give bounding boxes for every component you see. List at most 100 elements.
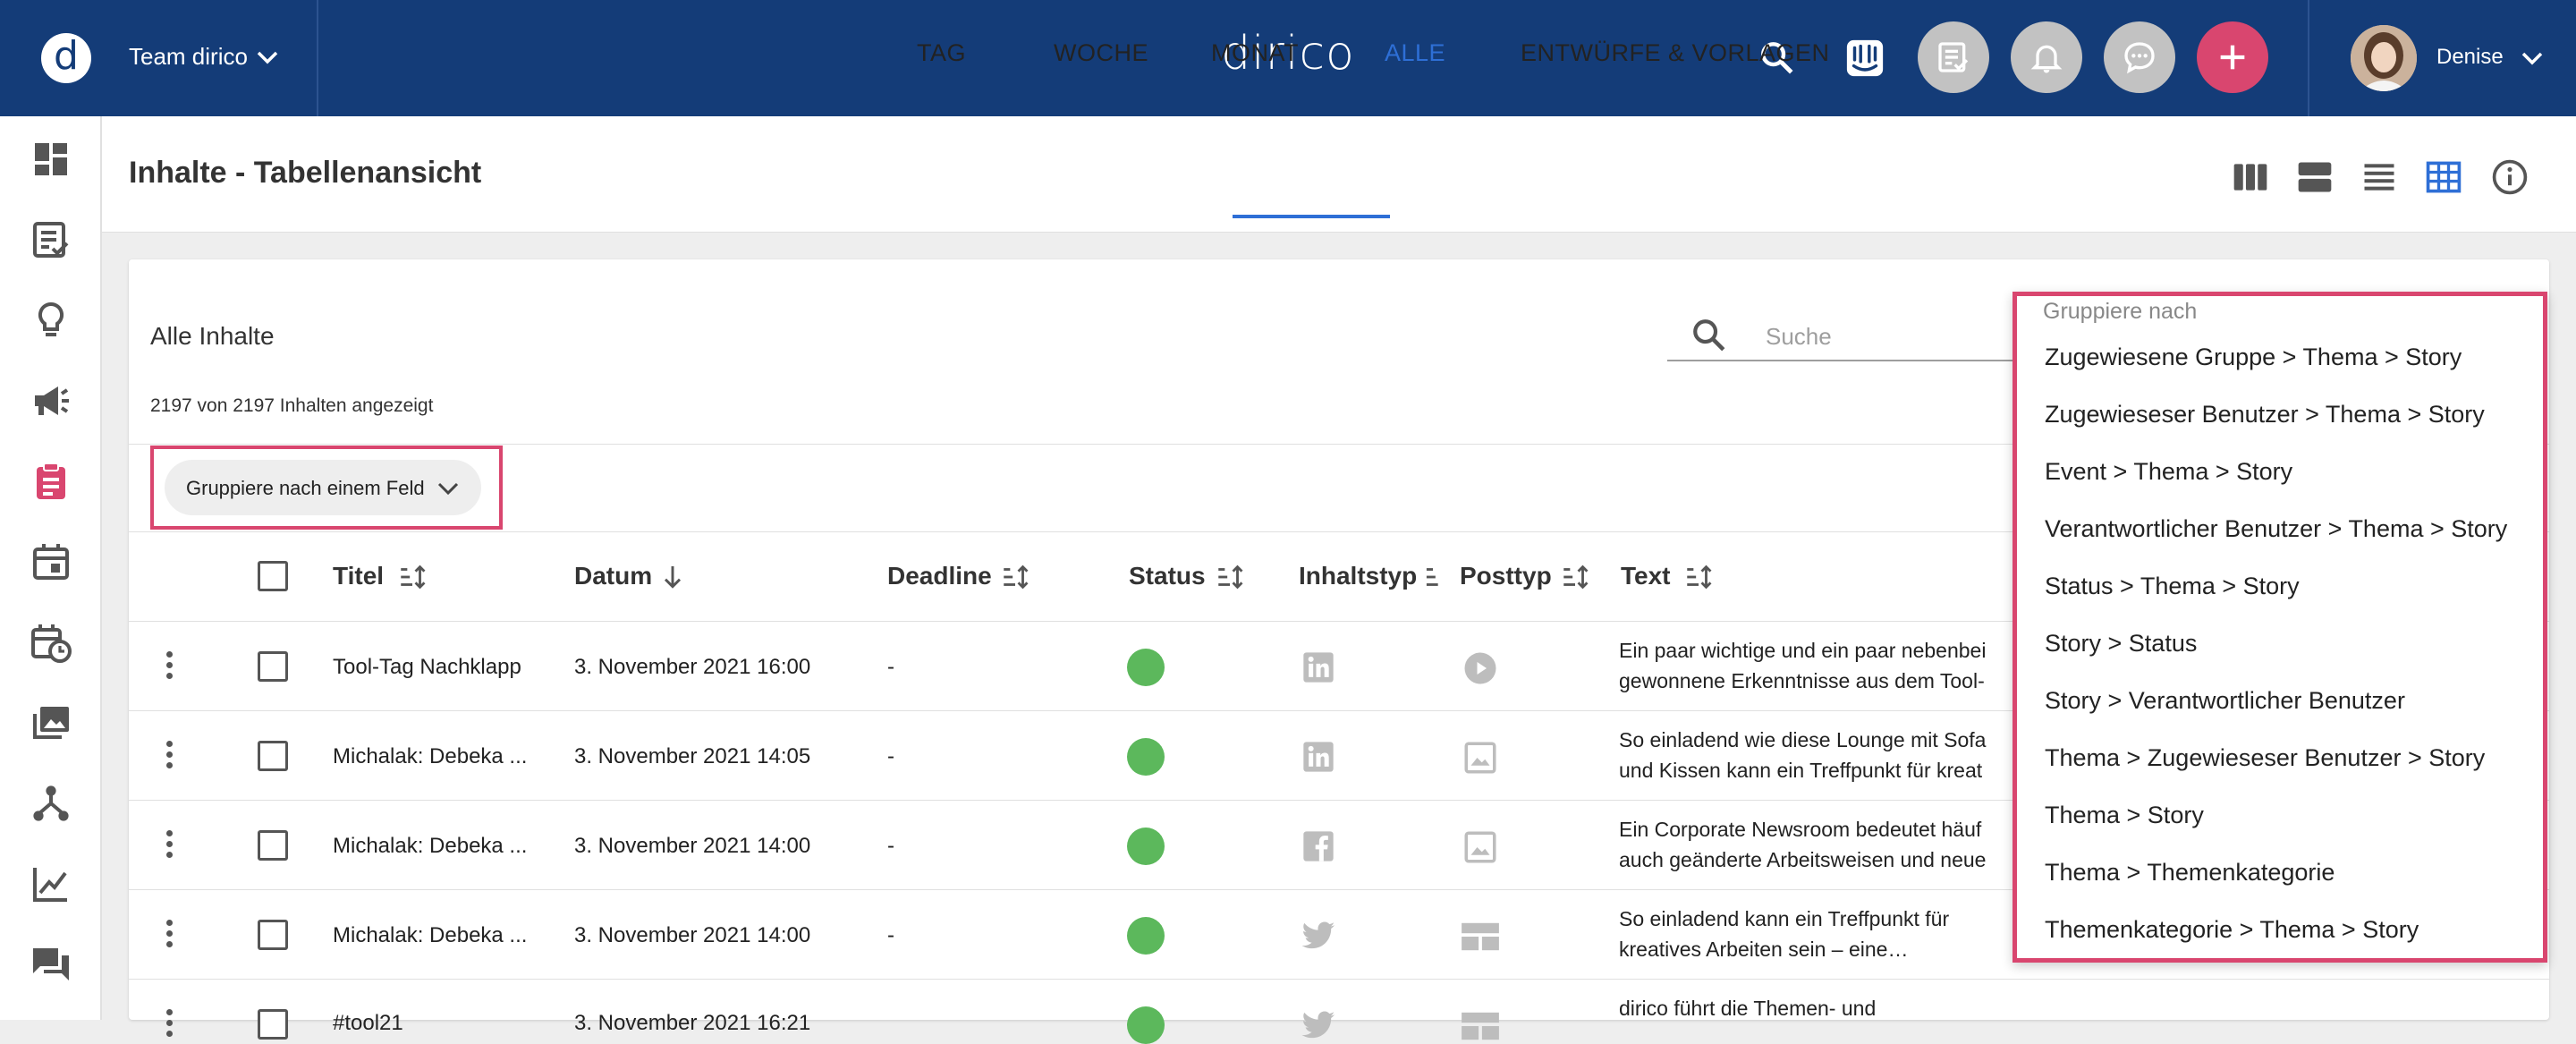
sort-icon[interactable] — [1560, 562, 1590, 592]
row-deadline: - — [887, 655, 894, 679]
campaign-icon[interactable] — [30, 379, 72, 422]
row-date: 3. November 2021 14:00 — [574, 923, 811, 947]
row-menu-icon[interactable] — [166, 1009, 173, 1041]
sort-icon[interactable] — [397, 562, 428, 592]
column-header-text[interactable]: Text — [1621, 562, 1671, 590]
row-checkbox[interactable] — [258, 830, 288, 861]
row-menu-icon[interactable] — [166, 830, 173, 862]
chevron-down-icon[interactable] — [2521, 50, 2544, 66]
dropdown-option[interactable]: Event > Thema > Story — [2045, 458, 2292, 486]
tab-entwuerfe-vorlagen[interactable]: ENTWÜRFE & VORLAGEN — [1521, 39, 1830, 67]
active-tab-indicator — [1233, 215, 1390, 218]
tasks-button[interactable] — [1918, 21, 1989, 93]
row-title[interactable]: Michalak: Debeka ... — [333, 923, 527, 948]
column-header-date[interactable]: Datum — [574, 562, 652, 590]
dashboard-icon[interactable] — [30, 138, 72, 181]
search-input[interactable] — [1764, 318, 2005, 354]
list-view-icon[interactable] — [2360, 157, 2399, 197]
dropdown-option[interactable]: Verantwortlicher Benutzer > Thema > Stor… — [2045, 515, 2507, 543]
avatar[interactable] — [2351, 25, 2417, 91]
team-logo: d — [41, 33, 91, 83]
dropdown-option[interactable]: Story > Verantwortlicher Benutzer — [2045, 687, 2405, 715]
plus-icon — [2220, 45, 2245, 70]
divider — [129, 979, 2549, 980]
dropdown-option[interactable]: Zugewieseser Benutzer > Thema > Story — [2045, 401, 2485, 429]
row-checkbox[interactable] — [258, 920, 288, 950]
row-menu-icon[interactable] — [166, 920, 173, 952]
clipboard-icon[interactable] — [30, 460, 72, 503]
row-date: 3. November 2021 14:05 — [574, 744, 811, 768]
row-date: 3. November 2021 16:21 — [574, 1011, 811, 1035]
status-badge — [1127, 649, 1165, 686]
row-title[interactable]: Michalak: Debeka ... — [333, 744, 527, 769]
sort-icon[interactable] — [1000, 562, 1030, 592]
search-icon — [1693, 319, 1725, 352]
tab-tag[interactable]: TAG — [917, 39, 966, 67]
row-title[interactable]: #tool21 — [333, 1011, 403, 1036]
status-badge — [1127, 1006, 1165, 1044]
search-underline — [1667, 360, 2016, 361]
tab-woche[interactable]: WOCHE — [1054, 39, 1148, 67]
dropdown-option[interactable]: Themenkategorie > Thema > Story — [2045, 916, 2419, 944]
image-icon — [1464, 742, 1496, 774]
row-menu-icon[interactable] — [166, 651, 173, 683]
schedule-icon[interactable] — [30, 621, 72, 664]
split-view-icon[interactable] — [2295, 157, 2334, 197]
dropdown-option[interactable]: Status > Thema > Story — [2045, 573, 2300, 600]
info-icon[interactable] — [2490, 157, 2529, 197]
content-list-icon[interactable] — [30, 218, 72, 261]
page-title: Inhalte - Tabellenansicht — [129, 156, 482, 190]
row-text: So einladend kann ein Treffpunkt für krea… — [1619, 907, 1950, 961]
row-checkbox[interactable] — [258, 651, 288, 682]
chevron-down-icon — [257, 51, 278, 64]
card-title: Alle Inhalte — [150, 322, 275, 350]
select-all-checkbox[interactable] — [258, 561, 288, 591]
row-title[interactable]: Tool-Tag Nachklapp — [333, 655, 521, 680]
notifications-button[interactable] — [2011, 21, 2082, 93]
sort-icon[interactable] — [1215, 562, 1245, 592]
row-date: 3. November 2021 14:00 — [574, 834, 811, 858]
chevron-down-icon — [437, 482, 459, 496]
column-header-content-type[interactable]: Inhaltstyp — [1299, 562, 1417, 590]
user-name[interactable]: Denise — [2436, 45, 2504, 70]
twitter-icon — [1301, 921, 1335, 949]
intercom-icon[interactable] — [1844, 38, 1885, 79]
dropdown-option[interactable]: Thema > Themenkategorie — [2045, 859, 2334, 887]
column-header-post-type[interactable]: Posttyp — [1460, 562, 1552, 590]
row-text: So einladend wie diese Lounge mit Sofa un… — [1619, 728, 1987, 782]
arrow-down-icon[interactable] — [658, 562, 687, 592]
media-icon[interactable] — [30, 701, 72, 744]
column-header-deadline[interactable]: Deadline — [887, 562, 992, 590]
team-switcher[interactable]: d Team dirico — [0, 0, 318, 116]
messages-button[interactable] — [2104, 21, 2175, 93]
sort-icon[interactable] — [1424, 562, 1442, 592]
network-icon[interactable] — [30, 782, 72, 825]
row-checkbox[interactable] — [258, 741, 288, 771]
dropdown-option[interactable]: Story > Status — [2045, 630, 2197, 658]
add-button[interactable] — [2197, 21, 2268, 93]
sort-icon[interactable] — [1683, 562, 1714, 592]
row-deadline: - — [887, 834, 894, 858]
row-title[interactable]: Michalak: Debeka ... — [333, 834, 527, 859]
avatar-image — [2351, 25, 2417, 91]
table-view-icon[interactable] — [2424, 157, 2463, 197]
linkedin-icon — [1303, 652, 1334, 683]
dropdown-option[interactable]: Thema > Zugewieseser Benutzer > Story — [2045, 744, 2485, 772]
row-menu-icon[interactable] — [166, 741, 173, 773]
chat-bubble-icon — [2124, 42, 2155, 74]
row-checkbox[interactable] — [258, 1009, 288, 1040]
idea-icon[interactable] — [30, 299, 72, 342]
column-header-status[interactable]: Status — [1129, 562, 1206, 590]
tab-alle[interactable]: ALLE — [1385, 39, 1445, 67]
row-deadline: - — [887, 923, 894, 947]
tab-monat[interactable]: MONAT — [1211, 39, 1299, 67]
analytics-icon[interactable] — [30, 862, 72, 905]
layout-icon — [1462, 922, 1499, 951]
chat-icon[interactable] — [30, 943, 72, 986]
dropdown-option[interactable]: Thema > Story — [2045, 802, 2204, 829]
calendar-icon[interactable] — [30, 540, 72, 583]
status-badge — [1127, 917, 1165, 955]
board-view-icon[interactable] — [2231, 157, 2270, 197]
dropdown-option[interactable]: Zugewiesene Gruppe > Thema > Story — [2045, 344, 2462, 371]
column-header-title[interactable]: Titel — [333, 562, 384, 590]
